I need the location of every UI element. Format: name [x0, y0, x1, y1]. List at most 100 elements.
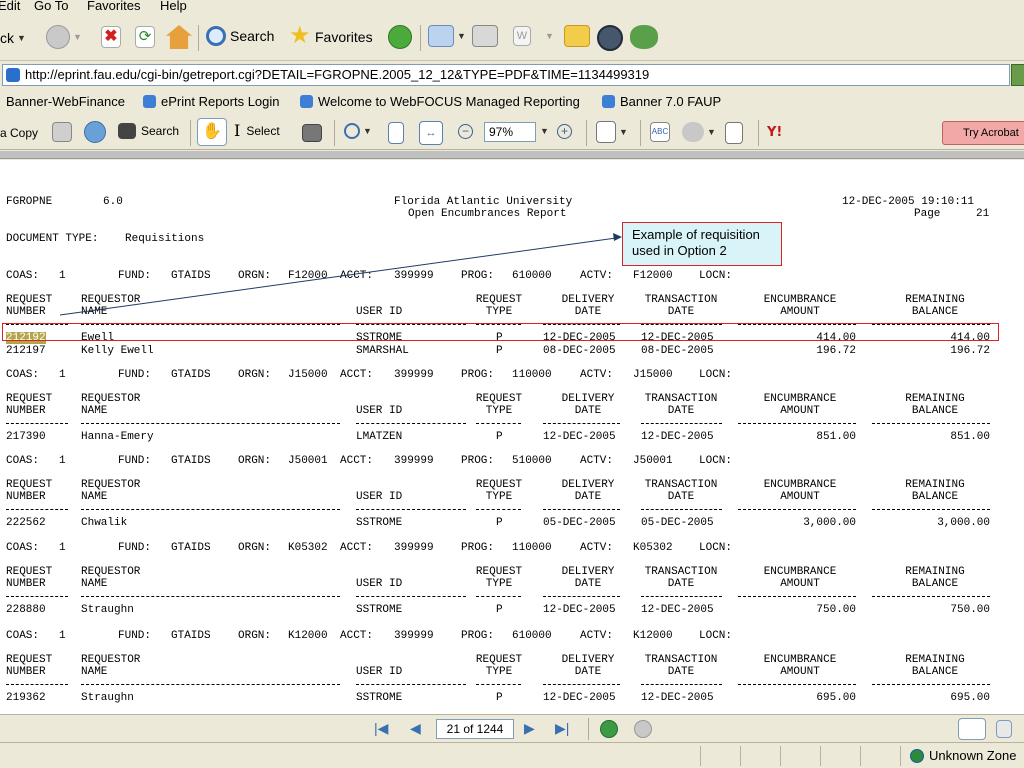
column-header: USER ID — [356, 405, 403, 417]
menu-goto[interactable]: Go To — [34, 0, 68, 12]
cell-type: P — [496, 517, 503, 529]
locn-label: LOCN: — [699, 270, 733, 282]
address-go-button[interactable] — [1011, 64, 1024, 86]
zoom-in-button[interactable]: + — [557, 124, 572, 139]
cell-transaction: 08-DEC-2005 — [641, 345, 714, 357]
next-view-icon — [634, 720, 652, 738]
acct-value: 399999 — [394, 369, 434, 381]
pdf-document[interactable]: FGROPNE 6.0 Florida Atlantic University … — [0, 160, 1024, 714]
spellcheck-button[interactable]: ABC — [650, 122, 670, 142]
binoculars-icon — [118, 123, 136, 139]
hand-tool-button[interactable]: ✋ — [197, 118, 227, 146]
zoom-tool-button[interactable]: ▼ — [344, 123, 372, 139]
pdf-print-button[interactable] — [52, 122, 72, 142]
snapshot-button[interactable] — [302, 124, 322, 142]
page-number: 21 — [976, 208, 990, 220]
fund-value: GTAIDS — [171, 542, 211, 554]
sign-dropdown-icon[interactable]: ▼ — [707, 127, 716, 137]
pages-button[interactable] — [725, 122, 743, 144]
column-rule — [872, 423, 990, 424]
column-rule — [81, 509, 340, 510]
continuous-button[interactable] — [996, 720, 1012, 738]
column-rule — [543, 684, 620, 685]
single-page-button[interactable] — [958, 718, 986, 740]
menu-help[interactable]: Help — [160, 0, 187, 12]
page-layout-dropdown-icon[interactable]: ▼ — [619, 127, 628, 137]
first-page-icon: |◀ — [374, 720, 389, 736]
previous-view-button[interactable] — [600, 720, 618, 738]
messenger-block-button[interactable] — [597, 25, 623, 51]
people-icon — [630, 25, 658, 49]
pdf-search-button[interactable]: Search — [118, 123, 179, 139]
cell-type: P — [496, 692, 503, 704]
favorites-button[interactable]: ★ Favorites — [289, 22, 373, 49]
column-rule — [356, 509, 466, 510]
edit-button[interactable]: W ▼ — [513, 26, 554, 46]
column-header: NAME — [81, 306, 108, 318]
last-page-button[interactable]: ▶| — [555, 720, 569, 737]
previous-page-button[interactable]: ◀ — [410, 720, 421, 737]
acct-value: 399999 — [394, 270, 434, 282]
address-input[interactable]: http://eprint.fau.edu/cgi-bin/getreport.… — [2, 64, 1010, 86]
next-view-button[interactable] — [634, 720, 652, 738]
cell-name: Straughn — [81, 692, 134, 704]
zoom-dropdown-button[interactable]: ▼ — [537, 126, 549, 136]
coas-value: 1 — [59, 630, 66, 642]
pages-icon — [725, 122, 743, 144]
menu-edit[interactable]: Edit — [0, 0, 20, 12]
link-webfocus[interactable]: Welcome to WebFOCUS Managed Reporting — [300, 94, 580, 109]
first-page-button[interactable]: |◀ — [374, 720, 388, 737]
save-copy-button[interactable]: a Copy — [0, 126, 38, 140]
fit-width-icon: ↔ — [419, 121, 443, 145]
home-button[interactable] — [166, 25, 192, 49]
forward-button[interactable]: ▼ — [46, 25, 82, 49]
edit-dropdown-icon[interactable]: ▼ — [545, 31, 554, 41]
zoom-level-input[interactable]: 97% — [484, 122, 536, 142]
messenger-button[interactable] — [630, 25, 658, 49]
mail-button[interactable]: ▼ — [428, 25, 466, 47]
history-button[interactable] — [388, 25, 412, 49]
stop-button[interactable]: ✖ — [101, 26, 121, 48]
refresh-button[interactable]: ⟳ — [135, 26, 155, 48]
coas-value: 1 — [59, 542, 66, 554]
fit-width-button[interactable]: ↔ — [419, 121, 443, 145]
zoom-tool-dropdown-icon[interactable]: ▼ — [363, 126, 372, 136]
back-button[interactable]: ck ▼ — [0, 30, 26, 46]
cell-number: 219362 — [6, 692, 46, 704]
column-rule — [641, 509, 722, 510]
yahoo-button[interactable]: Y! — [767, 125, 782, 140]
menu-favorites[interactable]: Favorites — [87, 0, 140, 12]
column-rule — [476, 423, 521, 424]
continuous-page-icon — [996, 720, 1012, 738]
search-button[interactable]: Search — [206, 26, 274, 46]
link-eprint-login[interactable]: ePrint Reports Login — [143, 94, 280, 109]
star-icon: ★ — [289, 22, 311, 49]
forward-dropdown-icon[interactable]: ▼ — [73, 32, 82, 42]
column-rule — [543, 509, 620, 510]
select-label: Select — [246, 124, 280, 138]
block-icon — [597, 25, 623, 51]
try-acrobat-button[interactable]: Try Acrobat — [942, 121, 1024, 145]
page-indicator-input[interactable]: 21 of 1244 — [436, 719, 514, 739]
link-banner-faup[interactable]: Banner 7.0 FAUP — [602, 94, 721, 109]
sign-button[interactable]: ▼ — [682, 122, 716, 142]
next-page-button[interactable]: ▶ — [524, 720, 535, 737]
column-header: AMOUNT — [780, 666, 820, 678]
zoom-out-button[interactable]: − — [458, 124, 473, 139]
annotation-callout: Example of requisition used in Option 2 — [622, 222, 782, 266]
select-tool-button[interactable]: I Select — [234, 123, 280, 139]
spellcheck-icon: ABC — [650, 122, 670, 142]
column-header: DELIVERY — [561, 566, 615, 578]
link-label: Banner-WebFinance — [6, 94, 125, 109]
link-banner-webfinance[interactable]: Banner-WebFinance — [6, 94, 125, 109]
column-header: DATE — [667, 405, 695, 417]
mail-dropdown-icon[interactable]: ▼ — [457, 31, 466, 41]
email-button[interactable] — [84, 121, 106, 143]
back-dropdown-icon[interactable]: ▼ — [17, 33, 26, 43]
coas-label: COAS: — [6, 369, 40, 381]
page-icon — [6, 68, 20, 82]
folder-button[interactable] — [564, 25, 590, 47]
print-button[interactable] — [472, 25, 498, 47]
page-layout-button[interactable]: ▼ — [596, 121, 628, 143]
fit-page-button[interactable] — [388, 122, 404, 144]
